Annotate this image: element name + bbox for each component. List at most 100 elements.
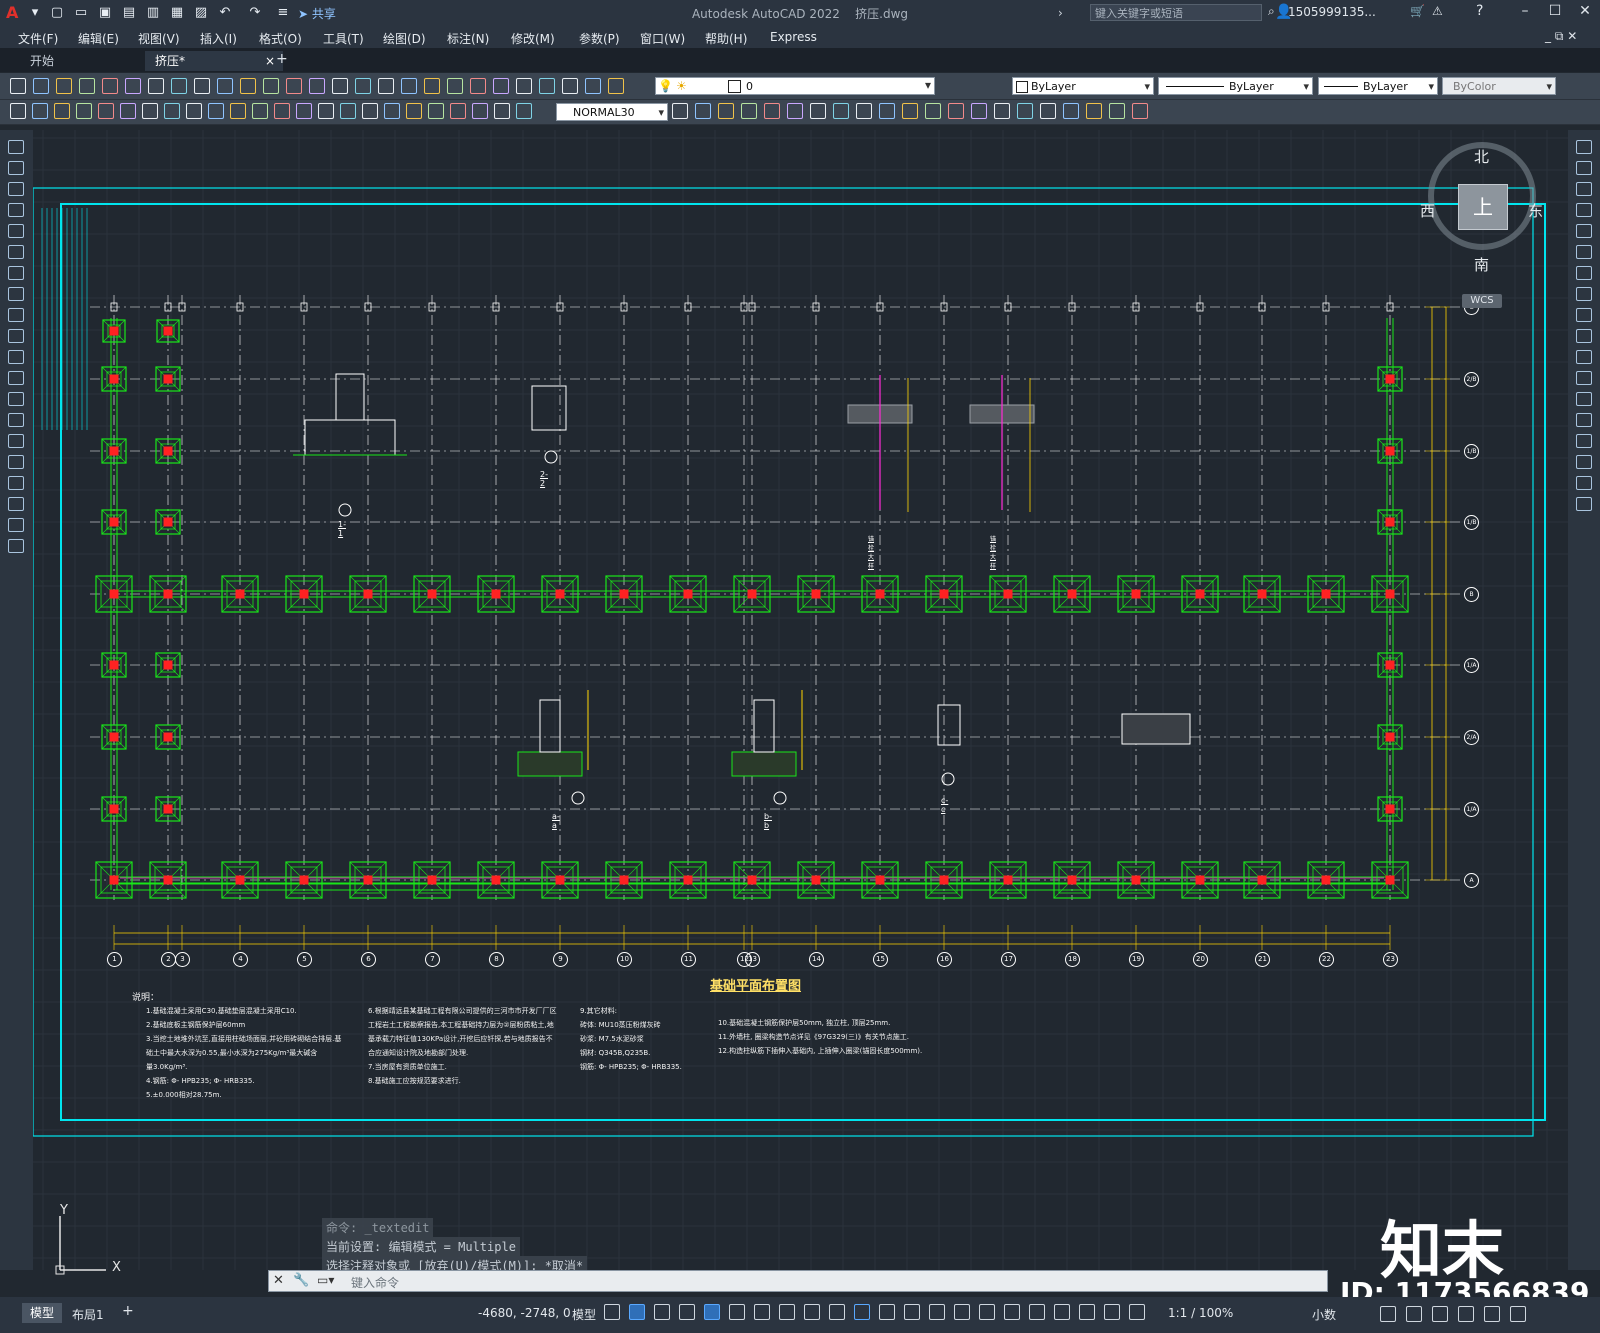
modify-tool-icon[interactable] <box>1086 103 1102 119</box>
draw-tool-icon[interactable] <box>8 413 24 427</box>
modify-tool-icon[interactable] <box>1063 103 1079 119</box>
standard-tool-icon[interactable] <box>424 78 440 94</box>
status-toggle-icon[interactable] <box>604 1304 620 1320</box>
modify-tool-icon[interactable] <box>787 103 803 119</box>
menu-parametric[interactable]: 参数(P) <box>579 30 620 47</box>
dimension-tool-icon[interactable] <box>164 103 180 119</box>
modify-tool-icon[interactable] <box>1576 182 1592 196</box>
status-toggle-icon[interactable] <box>879 1304 895 1320</box>
draw-tool-icon[interactable] <box>8 245 24 259</box>
modify-tool-icon[interactable] <box>994 103 1010 119</box>
dimension-tool-icon[interactable] <box>186 103 202 119</box>
coordinates-readout[interactable]: -4680, -2748, 0 <box>478 1306 571 1320</box>
color-dropdown[interactable]: ByLayer <box>1012 77 1154 96</box>
status-toggle-icon[interactable] <box>854 1304 870 1320</box>
status-toggle-icon[interactable] <box>1104 1304 1120 1320</box>
status-toggle-icon[interactable] <box>1029 1304 1045 1320</box>
close-command-icon[interactable]: ✕ <box>273 1273 284 1288</box>
modify-tool-icon[interactable] <box>672 103 688 119</box>
search-input[interactable]: 键入关键字或短语 <box>1090 4 1262 21</box>
standard-tool-icon[interactable] <box>240 78 256 94</box>
standard-tool-icon[interactable] <box>148 78 164 94</box>
menu-format[interactable]: 格式(O) <box>259 30 302 47</box>
menu-express[interactable]: Express <box>770 30 817 44</box>
viewcube-north[interactable]: 北 <box>1474 146 1489 167</box>
menu-draw[interactable]: 绘图(D) <box>383 30 426 47</box>
standard-tool-icon[interactable] <box>585 78 601 94</box>
search-icon[interactable]: ⌕ <box>1268 4 1275 19</box>
standard-tool-icon[interactable] <box>447 78 463 94</box>
dimension-tool-icon[interactable] <box>296 103 312 119</box>
dimension-tool-icon[interactable] <box>318 103 334 119</box>
wcs-button[interactable]: WCS <box>1462 294 1502 308</box>
modify-tool-icon[interactable] <box>879 103 895 119</box>
status-toggle-icon[interactable] <box>729 1304 745 1320</box>
status-toggle-icon[interactable] <box>654 1304 670 1320</box>
standard-tool-icon[interactable] <box>562 78 578 94</box>
tab-model[interactable]: 模型 <box>22 1303 62 1323</box>
menu-dimension[interactable]: 标注(N) <box>447 30 489 47</box>
dimension-tool-icon[interactable] <box>76 103 92 119</box>
status-toggle-icon[interactable] <box>954 1304 970 1320</box>
status-toggle-icon[interactable] <box>904 1304 920 1320</box>
tab-drawing[interactable]: 挤压* × <box>145 51 283 71</box>
status-toggle-icon[interactable] <box>1406 1306 1422 1322</box>
customize-command-icon[interactable]: 🔧 <box>293 1273 309 1288</box>
draw-tool-icon[interactable] <box>8 224 24 238</box>
menu-modify[interactable]: 修改(M) <box>511 30 555 47</box>
dimension-tool-icon[interactable] <box>428 103 444 119</box>
standard-tool-icon[interactable] <box>286 78 302 94</box>
draw-tool-icon[interactable] <box>8 371 24 385</box>
draw-tool-icon[interactable] <box>8 203 24 217</box>
tab-layout1[interactable]: 布局1 <box>72 1306 104 1323</box>
standard-tool-icon[interactable] <box>309 78 325 94</box>
standard-tool-icon[interactable] <box>378 78 394 94</box>
status-toggle-icon[interactable] <box>1054 1304 1070 1320</box>
draw-tool-icon[interactable] <box>8 287 24 301</box>
menu-view[interactable]: 视图(V) <box>138 30 180 47</box>
dimension-tool-icon[interactable] <box>384 103 400 119</box>
close-window-button[interactable]: ✕ <box>1570 3 1600 19</box>
standard-tool-icon[interactable] <box>401 78 417 94</box>
modify-tool-icon[interactable] <box>695 103 711 119</box>
draw-tool-icon[interactable] <box>8 539 24 553</box>
modify-tool-icon[interactable] <box>925 103 941 119</box>
draw-tool-icon[interactable] <box>8 308 24 322</box>
menu-file[interactable]: 文件(F) <box>18 30 58 47</box>
dimension-tool-icon[interactable] <box>472 103 488 119</box>
modify-tool-icon[interactable] <box>1576 434 1592 448</box>
modify-tool-icon[interactable] <box>833 103 849 119</box>
dimension-tool-icon[interactable] <box>340 103 356 119</box>
help-icon[interactable]: ? <box>1476 3 1483 19</box>
status-toggle-icon[interactable] <box>704 1304 720 1320</box>
minimize-button[interactable]: – <box>1510 3 1540 19</box>
annotation-scale[interactable]: 1:1 / 100% <box>1168 1306 1233 1320</box>
menu-tools[interactable]: 工具(T) <box>323 30 364 47</box>
menu-help[interactable]: 帮助(H) <box>705 30 747 47</box>
dimension-tool-icon[interactable] <box>208 103 224 119</box>
draw-tool-icon[interactable] <box>8 476 24 490</box>
modify-tool-icon[interactable] <box>718 103 734 119</box>
viewcube-west[interactable]: 西 <box>1420 200 1435 221</box>
status-toggle-icon[interactable] <box>1432 1306 1448 1322</box>
modify-tool-icon[interactable] <box>1576 413 1592 427</box>
dimension-tool-icon[interactable] <box>450 103 466 119</box>
standard-tool-icon[interactable] <box>102 78 118 94</box>
modify-tool-icon[interactable] <box>1576 392 1592 406</box>
autodesk-app-icon[interactable]: ⚠ <box>1432 4 1443 18</box>
standard-tool-icon[interactable] <box>171 78 187 94</box>
draw-tool-icon[interactable] <box>8 350 24 364</box>
draw-tool-icon[interactable] <box>8 434 24 448</box>
standard-tool-icon[interactable] <box>10 78 26 94</box>
dimstyle-dropdown[interactable]: NORMAL30 <box>556 103 668 122</box>
status-toggle-icon[interactable] <box>679 1304 695 1320</box>
standard-tool-icon[interactable] <box>33 78 49 94</box>
modify-tool-icon[interactable] <box>948 103 964 119</box>
dimension-tool-icon[interactable] <box>10 103 26 119</box>
layer-dropdown[interactable]: 💡 ☀ 0 ▾ <box>655 77 935 95</box>
close-tab-icon[interactable]: × <box>265 51 275 71</box>
viewcube-east[interactable]: 东 <box>1528 200 1543 221</box>
modify-tool-icon[interactable] <box>1576 266 1592 280</box>
dimension-tool-icon[interactable] <box>54 103 70 119</box>
dimension-tool-icon[interactable] <box>120 103 136 119</box>
